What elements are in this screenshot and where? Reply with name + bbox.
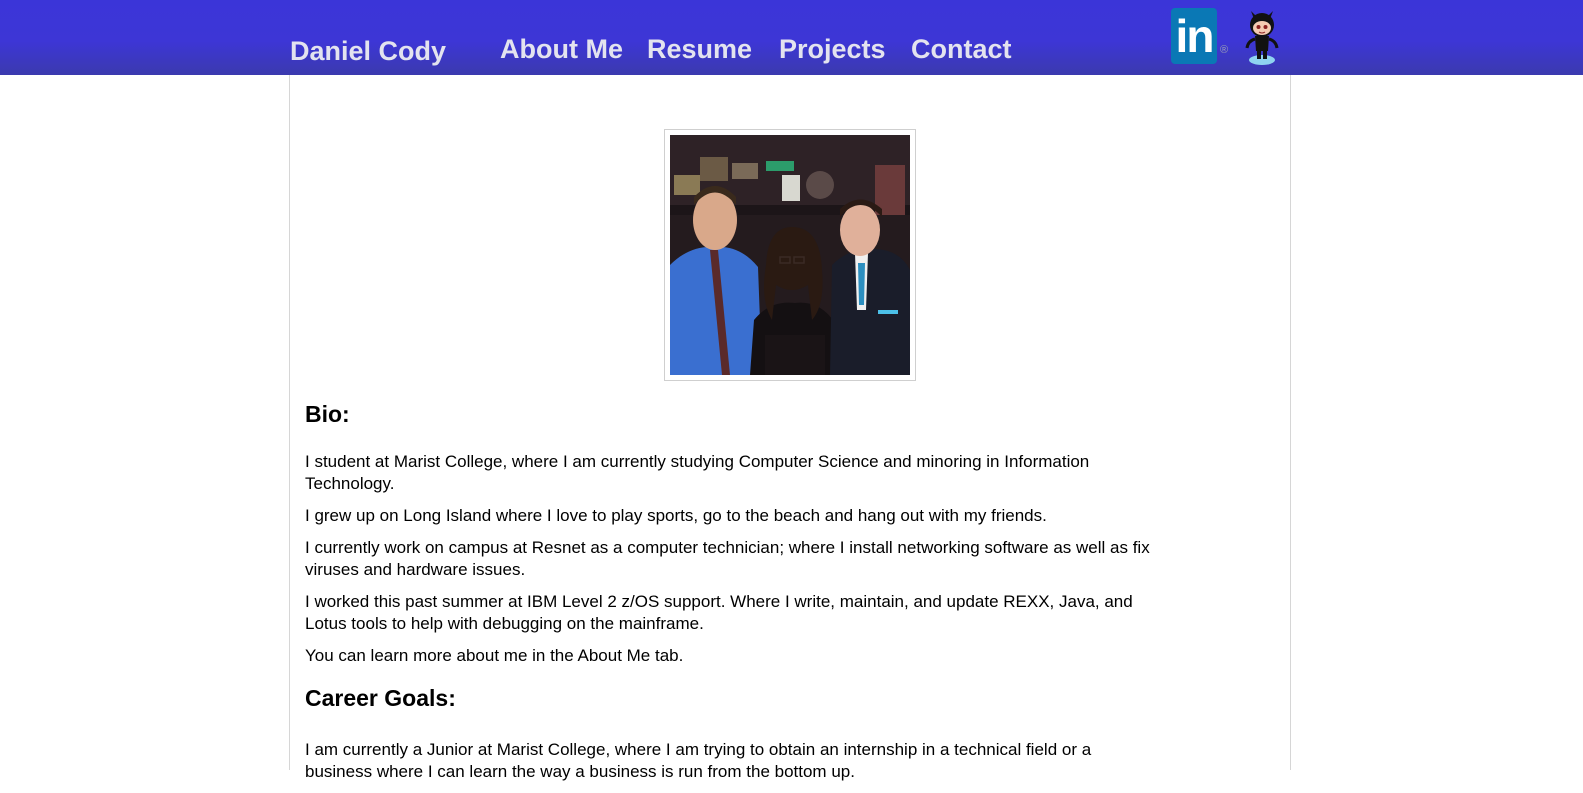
- bio-paragraph-4: I worked this past summer at IBM Level 2…: [305, 592, 1133, 633]
- main-content: Bio: I student at Marist College, where …: [289, 75, 1291, 781]
- nav-contact[interactable]: Contact: [911, 34, 1012, 65]
- nav-projects[interactable]: Projects: [779, 34, 886, 65]
- bio-paragraph-3: I currently work on campus at Resnet as …: [305, 538, 1150, 579]
- linkedin-logo-text: in: [1175, 10, 1215, 62]
- career-paragraph-1: I am currently a Junior at Marist Colleg…: [305, 740, 1092, 781]
- bio-heading: Bio:: [305, 401, 350, 427]
- profile-photo: [664, 129, 916, 381]
- brand-link[interactable]: Daniel Cody: [290, 36, 446, 67]
- bio-paragraph-2: I grew up on Long Island where I love to…: [305, 506, 1047, 525]
- profile-photo-image: [670, 135, 910, 375]
- registered-mark: ®: [1220, 44, 1229, 56]
- bio-paragraph-5: You can learn more about me in the About…: [305, 646, 684, 665]
- bio-paragraph-1: I student at Marist College, where I am …: [305, 452, 1090, 493]
- top-navbar: Daniel Cody About Me Resume Projects Con…: [0, 0, 1583, 75]
- nav-about-me[interactable]: About Me: [500, 34, 623, 65]
- career-goals-heading: Career Goals:: [305, 685, 456, 711]
- bio-section: Bio: I student at Marist College, where …: [305, 397, 1155, 793]
- github-octocat-icon[interactable]: [1242, 5, 1282, 67]
- nav-resume[interactable]: Resume: [647, 34, 752, 65]
- linkedin-icon[interactable]: in: [1171, 8, 1217, 64]
